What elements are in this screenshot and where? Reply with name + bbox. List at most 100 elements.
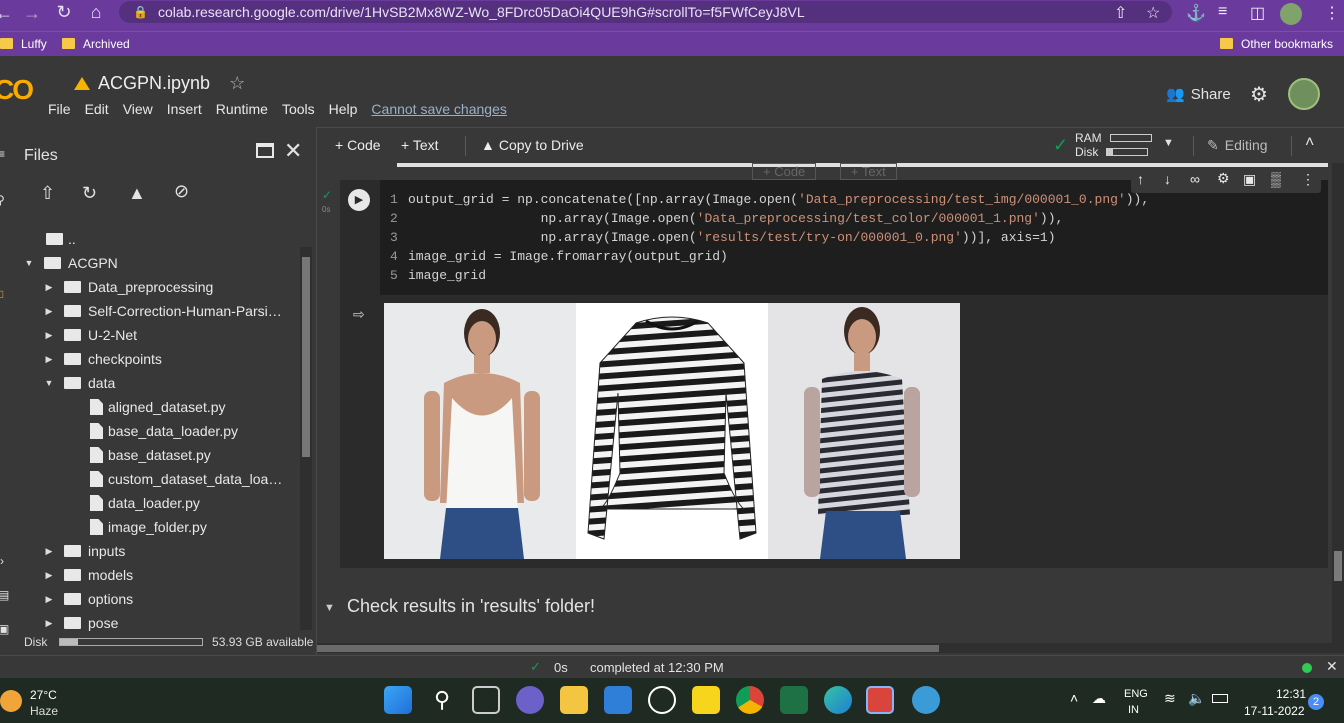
- side-panel-icon[interactable]: ◫: [1250, 3, 1265, 23]
- file-item[interactable]: custom_dataset_data_loa…: [0, 467, 300, 491]
- folder-item[interactable]: ▶ options: [0, 587, 300, 611]
- extensions-icon[interactable]: ⚓: [1186, 3, 1206, 23]
- reload-icon[interactable]: ↻: [48, 2, 80, 23]
- menu-view[interactable]: View: [123, 101, 153, 117]
- add-code-button[interactable]: + Code: [335, 137, 381, 153]
- folder-item[interactable]: ▶ inputs: [0, 539, 300, 563]
- bookmark-luffy[interactable]: Luffy: [0, 37, 47, 51]
- scrollbar-thumb[interactable]: [1334, 551, 1342, 581]
- bookmark-archived[interactable]: Archived: [62, 37, 130, 51]
- menu-runtime[interactable]: Runtime: [216, 101, 268, 117]
- chevron-down-icon[interactable]: ▼: [1163, 137, 1174, 149]
- chevron-right-icon[interactable]: ▶: [44, 539, 54, 563]
- onedrive-icon[interactable]: ☁: [1092, 690, 1106, 707]
- close-status-icon[interactable]: ✕: [1326, 658, 1338, 675]
- code-line[interactable]: image_grid = Image.fromarray(output_grid…: [408, 247, 728, 266]
- folder-item[interactable]: ▼ ACGPN: [0, 251, 300, 275]
- user-avatar[interactable]: [1288, 78, 1320, 110]
- link-icon[interactable]: ∞: [1190, 171, 1200, 187]
- output-icon[interactable]: ⇨: [353, 306, 365, 323]
- scrollbar-thumb[interactable]: [317, 645, 939, 652]
- chevron-right-icon[interactable]: ▶: [44, 299, 54, 323]
- file-item[interactable]: base_dataset.py: [0, 443, 300, 467]
- cannot-save-link[interactable]: Cannot save changes: [371, 101, 506, 117]
- ghost-add-code[interactable]: + Code: [752, 163, 817, 180]
- ghost-add-text[interactable]: + Text: [839, 163, 897, 180]
- address-bar[interactable]: 🔒 colab.research.google.com/drive/1HvSB2…: [119, 1, 1172, 23]
- share-page-icon[interactable]: ⇧: [1114, 3, 1127, 23]
- home-icon[interactable]: ⌂: [80, 2, 112, 23]
- close-icon[interactable]: ✕: [284, 138, 302, 164]
- chevron-down-icon[interactable]: ▼: [44, 371, 54, 395]
- horizontal-scrollbar[interactable]: [317, 643, 1344, 653]
- chevron-right-icon[interactable]: ▶: [44, 347, 54, 371]
- more-icon[interactable]: ⋮: [1301, 171, 1315, 188]
- run-cell-button[interactable]: ▶: [348, 189, 370, 211]
- settings-gear-icon[interactable]: ⚙: [1250, 82, 1268, 107]
- dell-icon[interactable]: [648, 686, 676, 714]
- file-item[interactable]: data_loader.py: [0, 491, 300, 515]
- browser-app-icon[interactable]: [912, 686, 940, 714]
- chevron-down-icon[interactable]: ▼: [24, 251, 34, 275]
- other-bookmarks[interactable]: Other bookmarks: [1220, 37, 1333, 51]
- wifi-icon[interactable]: ≋: [1164, 690, 1176, 707]
- store-icon[interactable]: [604, 686, 632, 714]
- task-view-icon[interactable]: [472, 686, 500, 714]
- forward-icon[interactable]: →: [16, 3, 48, 24]
- start-icon[interactable]: [384, 686, 412, 714]
- code-line[interactable]: np.array(Image.open('results/test/try-on…: [408, 228, 1056, 247]
- star-icon[interactable]: ☆: [229, 73, 245, 93]
- scrollbar-thumb[interactable]: [302, 257, 310, 457]
- folder-item[interactable]: ..: [0, 227, 300, 251]
- chrome-menu-icon[interactable]: ⋮: [1324, 3, 1340, 23]
- volume-icon[interactable]: 🔈: [1188, 690, 1205, 707]
- folder-item[interactable]: ▶ Data_preprocessing: [0, 275, 300, 299]
- copy-to-drive-button[interactable]: ▲ Copy to Drive: [481, 137, 584, 153]
- teams-chat-icon[interactable]: [516, 686, 544, 714]
- chevron-right-icon[interactable]: ▶: [44, 275, 54, 299]
- folder-item[interactable]: ▶ checkpoints: [0, 347, 300, 371]
- code-line[interactable]: output_grid = np.concatenate([np.array(I…: [408, 190, 1149, 209]
- folder-item[interactable]: ▶ models: [0, 563, 300, 587]
- collapse-header-icon[interactable]: ˄: [1305, 134, 1314, 152]
- folder-item[interactable]: ▶ U-2-Net: [0, 323, 300, 347]
- expand-icon[interactable]: ›: [0, 554, 4, 568]
- menu-insert[interactable]: Insert: [167, 101, 202, 117]
- media-icon[interactable]: ≡: [1218, 3, 1227, 21]
- sticky-notes-icon[interactable]: [692, 686, 720, 714]
- upload-icon[interactable]: ⇧: [40, 183, 55, 204]
- chevron-right-icon[interactable]: ▶: [44, 587, 54, 611]
- weather-temp[interactable]: 27°C: [30, 688, 57, 702]
- cell-settings-icon[interactable]: ⚙: [1217, 170, 1230, 187]
- file-item[interactable]: aligned_dataset.py: [0, 395, 300, 419]
- resources-indicator[interactable]: RAM Disk: [1075, 131, 1152, 159]
- search-taskbar-icon[interactable]: ⚲: [428, 686, 456, 714]
- excel-icon[interactable]: [780, 686, 808, 714]
- tray-chevron-icon[interactable]: ˄: [1070, 690, 1078, 706]
- menu-file[interactable]: File: [48, 101, 71, 117]
- bookmark-star-icon[interactable]: ☆: [1146, 3, 1160, 23]
- mount-drive-icon[interactable]: ▲: [128, 183, 146, 204]
- sidebar-scrollbar[interactable]: [300, 247, 312, 630]
- snippets-icon[interactable]: ▤: [0, 588, 9, 602]
- battery-icon[interactable]: [1212, 694, 1228, 703]
- edge-icon[interactable]: [824, 686, 852, 714]
- terminal-icon[interactable]: ▣: [0, 622, 9, 636]
- snipping-tool-icon[interactable]: [866, 686, 894, 714]
- move-up-icon[interactable]: ↑: [1137, 171, 1144, 187]
- collapse-section-icon[interactable]: ▼: [324, 602, 335, 614]
- main-scrollbar[interactable]: [1332, 163, 1344, 643]
- clock-time[interactable]: 12:31: [1276, 687, 1306, 701]
- refresh-folder-icon[interactable]: ↻: [82, 183, 97, 204]
- menu-help[interactable]: Help: [329, 101, 358, 117]
- delete-icon[interactable]: ▒: [1271, 171, 1281, 187]
- menu-icon[interactable]: ≡: [0, 147, 5, 161]
- share-button[interactable]: 👥 Share: [1166, 85, 1231, 103]
- chevron-right-icon[interactable]: ▶: [44, 323, 54, 347]
- code-editor[interactable]: 1 output_grid = np.concatenate([np.array(…: [380, 180, 1328, 295]
- notification-badge[interactable]: 2: [1308, 694, 1324, 710]
- move-down-icon[interactable]: ↓: [1164, 171, 1171, 187]
- editing-mode-button[interactable]: ✎ Editing: [1207, 137, 1268, 154]
- colab-logo[interactable]: CO: [0, 74, 34, 106]
- weather-icon[interactable]: [0, 690, 22, 712]
